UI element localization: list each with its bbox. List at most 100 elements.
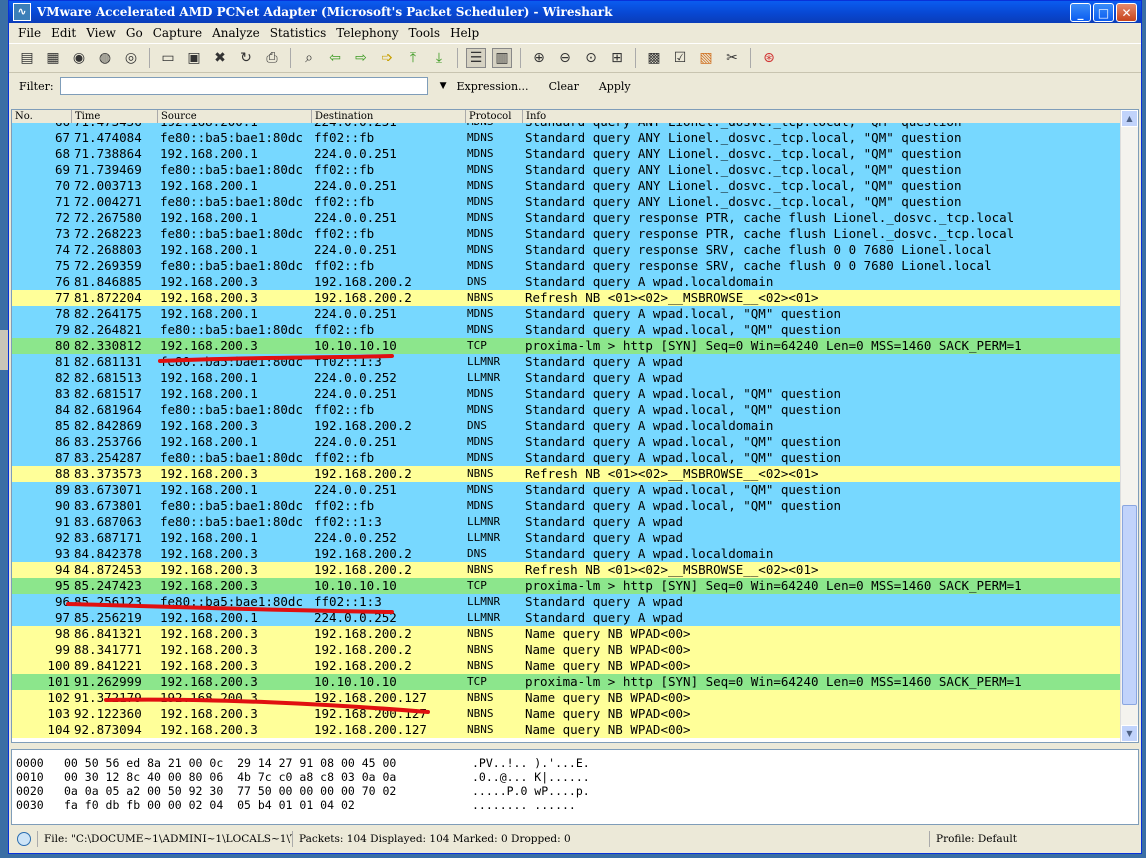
col-info[interactable]: Info [523, 110, 1138, 123]
menu-go[interactable]: Go [126, 26, 143, 40]
hex-line[interactable]: 0000 00 50 56 ed 8a 21 00 0c 29 14 27 91 … [16, 756, 1138, 770]
packet-row[interactable]: 87 83.254287 fe80::ba5:bae1:80dc ff02::fb MD… [12, 450, 1122, 466]
packet-row[interactable]: 101 91.262999 192.168.200.3 10.10.10.10 TCP p… [12, 674, 1122, 690]
go-last-icon[interactable]: ⤓ [429, 48, 449, 68]
packet-row[interactable]: 95 85.247423 192.168.200.3 10.10.10.10 TCP pr… [12, 578, 1122, 594]
col-time[interactable]: Time [72, 110, 158, 123]
packet-row[interactable]: 98 86.841321 192.168.200.3 192.168.200.2 NBN… [12, 626, 1122, 642]
packet-row[interactable]: 76 81.846885 192.168.200.3 192.168.200.2 DNS… [12, 274, 1122, 290]
expert-info-icon[interactable] [17, 832, 31, 846]
capture-filters-icon[interactable]: ▩ [644, 48, 664, 68]
help-icon[interactable]: ⊛ [759, 48, 779, 68]
packet-row[interactable]: 83 82.681517 192.168.200.1 224.0.0.251 MDNS S… [12, 386, 1122, 402]
packet-row[interactable]: 84 82.681964 fe80::ba5:bae1:80dc ff02::fb MD… [12, 402, 1122, 418]
packet-row[interactable]: 82 82.681513 192.168.200.1 224.0.0.252 LLMNR… [12, 370, 1122, 386]
reload-icon[interactable]: ↻ [236, 48, 256, 68]
menu-telephony[interactable]: Telephony [336, 26, 398, 40]
restart-capture-icon[interactable]: ◎ [121, 48, 141, 68]
go-forward-icon[interactable]: ⇨ [351, 48, 371, 68]
menu-statistics[interactable]: Statistics [270, 26, 327, 40]
zoom-normal-icon[interactable]: ⊙ [581, 48, 601, 68]
print-icon[interactable]: ⎙ [262, 48, 282, 68]
packet-row[interactable]: 102 91.372179 192.168.200.3 192.168.200.127… [12, 690, 1122, 706]
packet-row[interactable]: 96 85.256123 fe80::ba5:bae1:80dc ff02::1:3 L… [12, 594, 1122, 610]
packet-row[interactable]: 88 83.373573 192.168.200.3 192.168.200.2 NBN… [12, 466, 1122, 482]
go-back-icon[interactable]: ⇦ [325, 48, 345, 68]
preferences-icon[interactable]: ✂ [722, 48, 742, 68]
zoom-in-icon[interactable]: ⊕ [529, 48, 549, 68]
packet-row[interactable]: 100 89.841221 192.168.200.3 192.168.200.2 NB… [12, 658, 1122, 674]
clear-button[interactable]: Clear [549, 80, 579, 93]
packet-row[interactable]: 72 72.267580 192.168.200.1 224.0.0.251 MDNS S… [12, 210, 1122, 226]
packet-row[interactable]: 97 85.256219 192.168.200.1 224.0.0.252 LLMNR… [12, 610, 1122, 626]
hex-line[interactable]: 0020 0a 0a 05 a2 00 50 92 30 77 50 00 00 … [16, 784, 1138, 798]
coloring-rules-icon[interactable]: ▧ [696, 48, 716, 68]
col-no[interactable]: No. [12, 110, 72, 123]
start-capture-icon[interactable]: ◉ [69, 48, 89, 68]
packet-row[interactable]: 92 83.687171 192.168.200.1 224.0.0.252 LLMNR… [12, 530, 1122, 546]
col-protocol[interactable]: Protocol [466, 110, 523, 123]
menu-tools[interactable]: Tools [409, 26, 441, 40]
packet-row[interactable]: 70 72.003713 192.168.200.1 224.0.0.251 MDNS S… [12, 178, 1122, 194]
packet-row[interactable]: 80 82.330812 192.168.200.3 10.10.10.10 TCP pr… [12, 338, 1122, 354]
packet-row[interactable]: 91 83.687063 fe80::ba5:bae1:80dc ff02::1:3 L… [12, 514, 1122, 530]
col-source[interactable]: Source [158, 110, 312, 123]
packet-row[interactable]: 90 83.673801 fe80::ba5:bae1:80dc ff02::fb MD… [12, 498, 1122, 514]
packet-row[interactable]: 86 83.253766 192.168.200.1 224.0.0.251 MDNS S… [12, 434, 1122, 450]
packet-row[interactable]: 75 72.269359 fe80::ba5:bae1:80dc ff02::fb MD… [12, 258, 1122, 274]
packet-row[interactable]: 81 82.681131 fe80::ba5:bae1:80dc ff02::1:3 L… [12, 354, 1122, 370]
menu-help[interactable]: Help [450, 26, 479, 40]
resize-columns-icon[interactable]: ⊞ [607, 48, 627, 68]
apply-button[interactable]: Apply [599, 80, 631, 93]
open-file-icon[interactable]: ▭ [158, 48, 178, 68]
expression-button[interactable]: Expression... [457, 80, 529, 93]
filter-input[interactable] [59, 77, 428, 95]
packet-row[interactable]: 79 82.264821 fe80::ba5:bae1:80dc ff02::fb MD… [12, 322, 1122, 338]
packet-row[interactable]: 68 71.738864 192.168.200.1 224.0.0.251 MDNS S… [12, 146, 1122, 162]
packet-row[interactable]: 103 92.122360 192.168.200.3 192.168.200.127… [12, 706, 1122, 722]
status-profile[interactable]: Profile: Default [929, 831, 1139, 847]
menu-edit[interactable]: Edit [51, 26, 76, 40]
save-file-icon[interactable]: ▣ [184, 48, 204, 68]
packet-row[interactable]: 71 72.004271 fe80::ba5:bae1:80dc ff02::fb MD… [12, 194, 1122, 210]
maximize-button[interactable]: □ [1093, 2, 1114, 22]
menu-view[interactable]: View [86, 26, 116, 40]
packet-row[interactable]: 78 82.264175 192.168.200.1 224.0.0.251 MDNS S… [12, 306, 1122, 322]
col-destination[interactable]: Destination [312, 110, 466, 123]
packet-row[interactable]: 6671.473456192.168.200.1224.0.0.251MDNSS… [12, 123, 1122, 130]
packet-row[interactable]: 74 72.268803 192.168.200.1 224.0.0.251 MDNS S… [12, 242, 1122, 258]
stop-capture-icon[interactable]: ◍ [95, 48, 115, 68]
display-filters-icon[interactable]: ☑ [670, 48, 690, 68]
close-file-icon[interactable]: ✖ [210, 48, 230, 68]
auto-scroll-icon[interactable]: ▥ [492, 48, 512, 68]
packet-row[interactable]: 89 83.673071 192.168.200.1 224.0.0.251 MDNS S… [12, 482, 1122, 498]
packet-row[interactable]: 99 88.341771 192.168.200.3 192.168.200.2 NBN… [12, 642, 1122, 658]
menu-analyze[interactable]: Analyze [212, 26, 260, 40]
packet-row[interactable]: 69 71.739469 fe80::ba5:bae1:80dc ff02::fb MD… [12, 162, 1122, 178]
scroll-up-icon[interactable]: ▲ [1121, 110, 1138, 127]
packet-list-scrollbar[interactable]: ▲ ▼ [1120, 110, 1138, 742]
hex-line[interactable]: 0010 00 30 12 8c 40 00 80 06 4b 7c c0 a8 … [16, 770, 1138, 784]
zoom-out-icon[interactable]: ⊖ [555, 48, 575, 68]
packet-row[interactable]: 104 92.873094 192.168.200.3 192.168.200.127… [12, 722, 1122, 738]
menu-capture[interactable]: Capture [153, 26, 202, 40]
packet-row[interactable]: 93 84.842378 192.168.200.3 192.168.200.2 DNS… [12, 546, 1122, 562]
packet-row[interactable]: 67 71.474084 fe80::ba5:bae1:80dc ff02::fb MD… [12, 130, 1122, 146]
find-packet-icon[interactable]: ⌕ [299, 48, 319, 68]
filter-dropdown-icon[interactable]: ▼ [440, 81, 447, 91]
minimize-button[interactable]: _ [1070, 2, 1091, 22]
scroll-thumb[interactable] [1122, 505, 1137, 705]
scroll-down-icon[interactable]: ▼ [1121, 725, 1138, 742]
go-to-packet-icon[interactable]: ➩ [377, 48, 397, 68]
packet-row[interactable]: 77 81.872204 192.168.200.3 192.168.200.2 NBN… [12, 290, 1122, 306]
interfaces-icon[interactable]: ▤ [17, 48, 37, 68]
menu-file[interactable]: File [18, 26, 41, 40]
packet-row[interactable]: 73 72.268223 fe80::ba5:bae1:80dc ff02::fb MD… [12, 226, 1122, 242]
options-icon[interactable]: ▦ [43, 48, 63, 68]
colorize-icon[interactable]: ☰ [466, 48, 486, 68]
hex-line[interactable]: 0030 fa f0 db fb 00 00 02 04 05 b4 01 01 … [16, 798, 1138, 812]
close-button[interactable]: ✕ [1116, 2, 1137, 22]
packet-row[interactable]: 94 84.872453 192.168.200.3 192.168.200.2 NBN… [12, 562, 1122, 578]
packet-row[interactable]: 85 82.842869 192.168.200.3 192.168.200.2 DNS… [12, 418, 1122, 434]
title-bar[interactable]: ∿ VMware Accelerated AMD PCNet Adapter (… [9, 1, 1141, 23]
